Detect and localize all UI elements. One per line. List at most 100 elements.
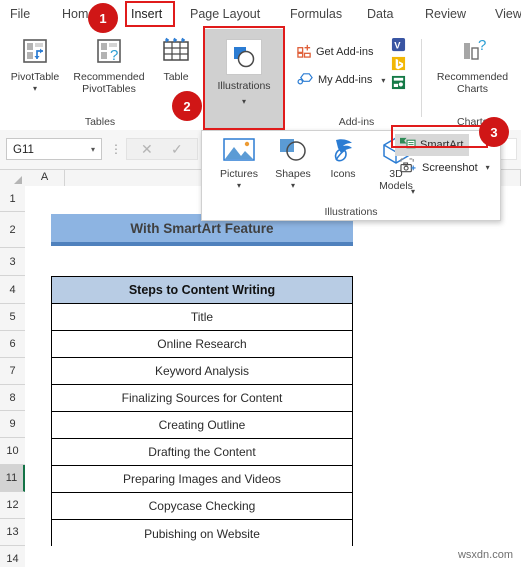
- pivot-table-icon: [2, 35, 68, 72]
- row-header-1[interactable]: 1: [0, 186, 25, 212]
- table-cell-value: Pubishing on Website: [144, 526, 260, 541]
- shapes-button[interactable]: Shapes ▾: [266, 136, 320, 190]
- watermark: wsxdn.com: [457, 549, 513, 561]
- tab-file[interactable]: File: [10, 4, 30, 25]
- row-header-9[interactable]: 9: [0, 411, 25, 438]
- smartart-label: SmartArt: [420, 139, 464, 151]
- group-label-tables: Tables: [84, 116, 116, 128]
- chevron-down-icon[interactable]: ▾: [205, 97, 283, 106]
- chevron-down-icon[interactable]: ▾: [2, 84, 68, 93]
- recommended-charts-icon: ?: [424, 35, 521, 72]
- row-header-12[interactable]: 12: [0, 492, 25, 519]
- table-icon: [152, 35, 200, 72]
- row-header-2[interactable]: 2: [0, 212, 25, 248]
- table-header-row[interactable]: Steps to Content Writing: [52, 277, 352, 304]
- recommended-pivottables-label: Recommended PivotTables: [73, 71, 145, 95]
- screenshot-button[interactable]: Screenshot ▾: [399, 158, 490, 177]
- illustrations-button[interactable]: Illustrations ▾: [205, 29, 283, 129]
- row-header-5[interactable]: 5: [0, 304, 25, 331]
- table-cell-value: Title: [190, 310, 214, 324]
- shapes-label: Shapes: [275, 168, 311, 180]
- recommended-pivottables-button[interactable]: ? Recommended PivotTables: [66, 35, 152, 95]
- visio-addin-icon[interactable]: V: [391, 37, 406, 52]
- ribbon-tab-bar: File Home Insert Page Layout Formulas Da…: [0, 0, 521, 29]
- tab-review[interactable]: Review: [425, 4, 466, 25]
- pictures-button[interactable]: Pictures ▾: [210, 136, 268, 190]
- callout-badge-3-label: 3: [490, 124, 498, 140]
- callout-badge-1-label: 1: [99, 10, 107, 26]
- icons-button[interactable]: Icons: [320, 136, 366, 181]
- bing-addin-icon[interactable]: [391, 56, 406, 71]
- group-label-addins: Add-ins: [338, 116, 375, 128]
- row-header-14[interactable]: 14: [0, 546, 25, 567]
- tab-data[interactable]: Data: [367, 4, 393, 25]
- name-box[interactable]: G11 ▾: [6, 138, 102, 160]
- table-row[interactable]: Pubishing on Website: [52, 520, 352, 547]
- chevron-down-icon[interactable]: ▾: [210, 181, 268, 190]
- row-header-4[interactable]: 4: [0, 276, 25, 304]
- recommended-charts-label: Recommended Charts: [436, 71, 509, 95]
- table-row[interactable]: Drafting the Content: [52, 439, 352, 466]
- excel-window: File Home Insert Page Layout Formulas Da…: [0, 0, 521, 567]
- tab-insert[interactable]: Insert: [131, 4, 162, 25]
- my-add-ins-label: My Add-ins: [318, 74, 373, 86]
- table-row[interactable]: Title: [52, 304, 352, 331]
- row-header-8[interactable]: 8: [0, 385, 25, 411]
- illustrations-dropdown-panel: Pictures ▾ Shapes ▾ Icons 3D Models ▾ Sm…: [201, 130, 501, 221]
- ribbon-group-charts: ? Recommended Charts Charts: [424, 29, 521, 130]
- spreadsheet-grid: A E 1 2 3 4 5 6 7 8 9 10 11 12 13 14 Wit…: [0, 169, 521, 567]
- icons-icon: [320, 136, 366, 169]
- table-cell-value: Drafting the Content: [148, 445, 256, 459]
- select-all-corner[interactable]: [0, 169, 26, 186]
- recommended-pivottables-icon: ?: [66, 35, 152, 72]
- callout-badge-3: 3: [479, 117, 509, 147]
- tab-view[interactable]: View: [495, 4, 521, 25]
- get-add-ins-item[interactable]: Get Add-ins: [297, 43, 373, 61]
- name-box-value: G11: [13, 144, 34, 156]
- pivot-table-label: PivotTable: [10, 71, 60, 83]
- table-row[interactable]: Online Research: [52, 331, 352, 358]
- tab-page-layout[interactable]: Page Layout: [190, 4, 260, 25]
- chevron-down-icon[interactable]: ▾: [486, 164, 490, 172]
- screenshot-label: Screenshot: [422, 161, 478, 174]
- people-graph-addin-icon[interactable]: [391, 75, 406, 90]
- icons-label: Icons: [330, 168, 356, 180]
- cell-area: With SmartArt Feature Steps to Content W…: [25, 186, 521, 567]
- my-add-ins-icon: [297, 71, 314, 89]
- ribbon-group-tables: PivotTable ▾ ? Recommended PivotTables T…: [0, 29, 200, 130]
- row-header-13[interactable]: 13: [0, 519, 25, 546]
- row-header-3[interactable]: 3: [0, 248, 25, 276]
- table-cell-value: Copycase Checking: [148, 499, 256, 513]
- cancel-icon[interactable]: ✕: [141, 141, 153, 158]
- chevron-down-icon[interactable]: ▾: [91, 139, 95, 161]
- table-button[interactable]: Table: [152, 35, 200, 84]
- table-row[interactable]: Keyword Analysis: [52, 358, 352, 385]
- row-header-7[interactable]: 7: [0, 358, 25, 385]
- table-header-label: Steps to Content Writing: [128, 283, 276, 297]
- pivot-table-button[interactable]: PivotTable ▾: [2, 35, 68, 93]
- ribbon-group-addins: Get Add-ins My Add-ins ▾ V Add-ins: [293, 29, 420, 130]
- table-cell-value: Finalizing Sources for Content: [121, 391, 283, 405]
- get-add-ins-icon: [297, 43, 312, 61]
- confirm-icon[interactable]: ✓: [171, 141, 183, 158]
- chevron-down-icon[interactable]: ▾: [266, 181, 320, 190]
- chevron-down-icon[interactable]: ▾: [411, 187, 415, 196]
- row-header-10[interactable]: 10: [0, 438, 25, 465]
- tab-formulas[interactable]: Formulas: [290, 4, 342, 25]
- shapes-icon: [266, 136, 320, 169]
- table-cell-value: Online Research: [157, 337, 247, 351]
- row-header-11[interactable]: 11: [0, 465, 25, 492]
- smartart-button[interactable]: SmartArt: [395, 134, 470, 156]
- formula-bar-drag-handle[interactable]: ⋮: [110, 142, 122, 156]
- callout-badge-2-label: 2: [183, 98, 191, 114]
- table-row[interactable]: Finalizing Sources for Content: [52, 385, 352, 412]
- table-row[interactable]: Preparing Images and Videos: [52, 466, 352, 493]
- row-header-6[interactable]: 6: [0, 331, 25, 358]
- column-header-a[interactable]: A: [25, 169, 65, 186]
- table-row[interactable]: Creating Outline: [52, 412, 352, 439]
- chevron-down-icon[interactable]: ▾: [381, 76, 385, 85]
- my-add-ins-item[interactable]: My Add-ins ▾: [297, 71, 385, 89]
- table-row[interactable]: Copycase Checking: [52, 493, 352, 520]
- steps-table: Steps to Content Writing Title Online Re…: [51, 276, 353, 547]
- recommended-charts-button[interactable]: ? Recommended Charts: [424, 35, 521, 95]
